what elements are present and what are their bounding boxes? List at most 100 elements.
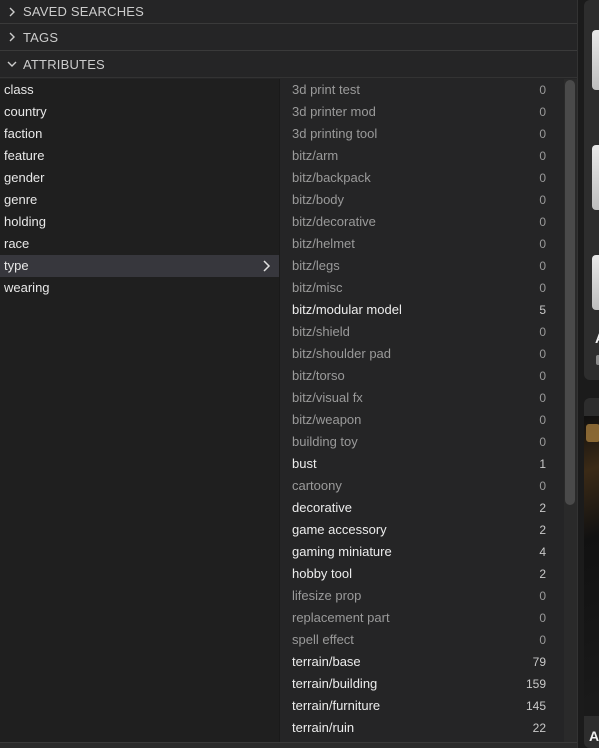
attribute-value-count: 0	[539, 127, 546, 141]
chevron-down-icon	[7, 61, 17, 67]
attributes-header[interactable]: ATTRIBUTES	[0, 51, 577, 78]
attribute-value-label: terrain/furniture	[292, 698, 381, 713]
attribute-value-label: decorative	[292, 500, 352, 515]
value-list-scrollbar[interactable]	[565, 80, 575, 505]
card-artwork	[584, 416, 599, 716]
attribute-key-item[interactable]: race	[0, 233, 279, 255]
tags-header[interactable]: TAGS	[0, 24, 577, 51]
attribute-value-item[interactable]: 3d printing tool 0	[284, 123, 564, 145]
attribute-key-item[interactable]: genre	[0, 189, 279, 211]
attribute-value-label: bitz/shoulder pad	[292, 346, 392, 361]
attribute-value-count: 0	[539, 215, 546, 229]
attribute-value-count: 4	[539, 545, 546, 559]
attribute-value-count: 0	[539, 369, 546, 383]
attribute-value-label: bust	[292, 456, 317, 471]
attribute-value-item[interactable]: bitz/modular model 5	[284, 299, 564, 321]
attribute-value-label: bitz/modular model	[292, 302, 402, 317]
attribute-key-label: gender	[4, 170, 45, 185]
attribute-key-label: class	[4, 82, 34, 97]
attribute-key-item[interactable]: holding	[0, 211, 279, 233]
attribute-value-item[interactable]: lifesize prop 0	[284, 585, 564, 607]
card-title: A	[595, 330, 599, 346]
attribute-key-item[interactable]: feature	[0, 145, 279, 167]
attribute-value-item[interactable]: terrain/ruin 22	[284, 717, 564, 739]
attribute-value-count: 0	[539, 171, 546, 185]
attribute-value-count: 0	[539, 347, 546, 361]
attribute-value-count: 22	[532, 721, 546, 735]
attribute-value-label: lifesize prop	[292, 588, 362, 603]
attribute-value-label: bitz/decorative	[292, 214, 376, 229]
attribute-value-item[interactable]: bitz/torso 0	[284, 365, 564, 387]
attribute-value-item[interactable]: 3d printer mod 0	[284, 101, 564, 123]
attribute-value-item[interactable]: spell effect 0	[284, 629, 564, 651]
attribute-value-count: 0	[539, 589, 546, 603]
attribute-key-label: genre	[4, 192, 38, 207]
attribute-value-label: spell effect	[292, 632, 354, 647]
attribute-value-item[interactable]: bitz/decorative 0	[284, 211, 564, 233]
saved-searches-header[interactable]: SAVED SEARCHES	[0, 0, 577, 24]
attribute-value-item[interactable]: bitz/body 0	[284, 189, 564, 211]
attribute-key-label: type	[4, 258, 29, 273]
attribute-value-count: 159	[525, 677, 546, 691]
attribute-value-count: 145	[525, 699, 546, 713]
attribute-value-item[interactable]: 3d print test 0	[284, 79, 564, 101]
result-card[interactable]: A	[584, 0, 599, 380]
attribute-value-label: terrain/base	[292, 654, 361, 669]
attribute-value-label: bitz/legs	[292, 258, 340, 273]
attribute-value-item[interactable]: bitz/weapon 0	[284, 409, 564, 431]
attribute-value-item[interactable]: building toy 0	[284, 431, 564, 453]
attribute-value-item[interactable]: replacement part 0	[284, 607, 564, 629]
attribute-value-item[interactable]: bitz/arm 0	[284, 145, 564, 167]
attribute-value-item[interactable]: terrain/building 159	[284, 673, 564, 695]
attribute-value-item[interactable]: bitz/shoulder pad 0	[284, 343, 564, 365]
chevron-right-icon	[9, 32, 15, 42]
attribute-value-label: bitz/arm	[292, 148, 339, 163]
attribute-value-label: bitz/misc	[292, 280, 343, 295]
attribute-value-item[interactable]: bitz/visual fx 0	[284, 387, 564, 409]
attribute-value-count: 0	[539, 105, 546, 119]
attribute-key-item[interactable]: class	[0, 79, 279, 101]
attribute-value-label: game accessory	[292, 522, 387, 537]
attribute-value-label: bitz/body	[292, 192, 345, 207]
attribute-value-item[interactable]: game accessory 2	[284, 519, 564, 541]
result-card[interactable]	[584, 398, 599, 748]
attributes-label: ATTRIBUTES	[23, 56, 105, 72]
attribute-value-count: 2	[539, 567, 546, 581]
attribute-value-item[interactable]: bitz/backpack 0	[284, 167, 564, 189]
attribute-key-label: faction	[4, 126, 43, 141]
chevron-right-icon	[263, 260, 271, 272]
attribute-value-item[interactable]: bitz/helmet 0	[284, 233, 564, 255]
attribute-value-count: 0	[539, 435, 546, 449]
attribute-value-count: 0	[539, 83, 546, 97]
tags-label: TAGS	[23, 29, 59, 45]
attribute-key-item[interactable]: country	[0, 101, 279, 123]
attribute-value-item[interactable]: terrain/furniture 145	[284, 695, 564, 717]
attribute-key-item[interactable]: type	[0, 255, 279, 277]
attribute-value-label: hobby tool	[292, 566, 352, 581]
attribute-value-label: 3d printer mod	[292, 104, 376, 119]
attribute-value-item[interactable]: bitz/legs 0	[284, 255, 564, 277]
attribute-value-count: 0	[539, 281, 546, 295]
attribute-value-count: 0	[539, 479, 546, 493]
attribute-value-label: bitz/visual fx	[292, 390, 363, 405]
attribute-value-item[interactable]: bitz/shield 0	[284, 321, 564, 343]
attribute-value-item[interactable]: decorative 2	[284, 497, 564, 519]
attribute-value-item[interactable]: cartoony 0	[284, 475, 564, 497]
attribute-value-item[interactable]: bust 1	[284, 453, 564, 475]
attribute-value-list: 3d print test 0 3d printer mod 0 3d printing…	[284, 79, 564, 748]
model-thumbnail	[592, 145, 599, 210]
attribute-key-item[interactable]: gender	[0, 167, 279, 189]
attribute-key-item[interactable]: faction	[0, 123, 279, 145]
attribute-value-label: terrain/ruin	[292, 720, 355, 735]
chevron-right-icon	[9, 7, 15, 16]
attribute-value-item[interactable]: terrain/base 79	[284, 651, 564, 673]
attribute-value-item[interactable]: hobby tool 2	[284, 563, 564, 585]
attribute-value-count: 0	[539, 611, 546, 625]
attribute-value-label: bitz/weapon	[292, 412, 362, 427]
attribute-value-label: bitz/backpack	[292, 170, 371, 185]
attribute-key-item[interactable]: wearing	[0, 277, 279, 299]
attribute-value-label: bitz/torso	[292, 368, 345, 383]
attribute-value-item[interactable]: gaming miniature 4	[284, 541, 564, 563]
attribute-value-count: 0	[539, 391, 546, 405]
attribute-value-item[interactable]: bitz/misc 0	[284, 277, 564, 299]
